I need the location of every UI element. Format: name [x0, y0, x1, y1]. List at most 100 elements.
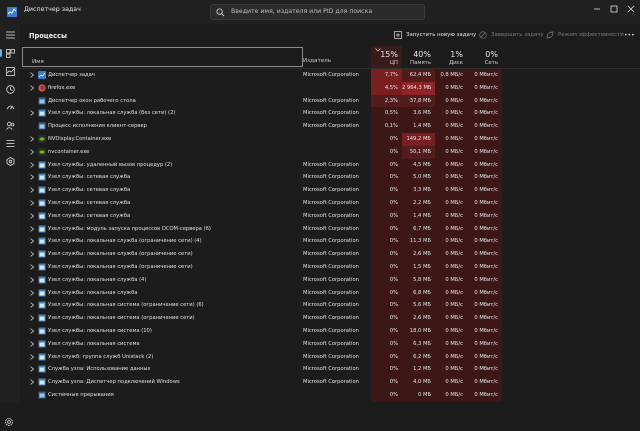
sidebar-item-app-history[interactable]	[4, 83, 16, 95]
chevron-right-icon[interactable]	[30, 315, 34, 321]
column-header-name-label: Имя	[32, 59, 44, 65]
hamburger-menu-button[interactable]	[4, 29, 16, 41]
column-header-memory[interactable]: 40% Память	[402, 46, 435, 68]
service-icon	[38, 263, 46, 271]
sidebar-item-users[interactable]	[4, 119, 16, 131]
chevron-right-icon[interactable]	[30, 136, 34, 142]
efficiency-mode-button[interactable]: Режим эффективности	[546, 29, 624, 41]
column-header-publisher[interactable]: Издатель	[303, 58, 331, 64]
chevron-right-icon[interactable]	[30, 302, 34, 309]
table-row[interactable]: Узел службы: локальная служба Microsoft C…	[20, 286, 640, 300]
process-disk-cell: 0 МБ/с	[435, 94, 467, 108]
chevron-right-icon[interactable]	[30, 340, 34, 347]
chevron-right-icon[interactable]	[30, 110, 34, 117]
process-disk-cell: 0 МБ/с	[435, 209, 467, 223]
column-header-network[interactable]: 0% Сеть	[467, 46, 502, 68]
title-bar: Диспетчер задач Введите имя, издателя ил…	[0, 0, 640, 24]
chevron-right-icon[interactable]	[30, 353, 34, 360]
table-row[interactable]: Системные прерывания 0% 0 МБ 0 МБ/с 0 Мбит/с	[20, 389, 640, 402]
process-disk-cell: 0 МБ/с	[435, 222, 467, 236]
sidebar-item-processes[interactable]	[0, 47, 16, 59]
column-header-cpu[interactable]: 15% ЦП	[371, 46, 402, 68]
chevron-right-icon[interactable]	[30, 225, 34, 232]
end-task-button[interactable]: Завершить задачу	[479, 29, 544, 41]
window-icon	[38, 391, 46, 399]
chevron-right-icon[interactable]	[30, 161, 34, 168]
table-row[interactable]: Узел службы: локальная служба (без сети)…	[20, 107, 640, 121]
disk-label: Диск	[449, 60, 463, 66]
table-row[interactable]: Диспетчер окон рабочего стола Microsoft C…	[20, 94, 640, 108]
maximize-button[interactable]	[607, 2, 621, 16]
chevron-right-icon[interactable]	[30, 251, 34, 257]
table-row[interactable]: Узел службы: локальная служба (ограничен…	[20, 235, 640, 249]
sidebar-item-performance[interactable]	[4, 65, 16, 77]
process-publisher: Microsoft Corporation	[303, 379, 359, 386]
sidebar-item-details[interactable]	[4, 137, 16, 149]
process-publisher: Microsoft Corporation	[303, 110, 359, 117]
search-input[interactable]: Введите имя, издателя или PID для поиска	[231, 8, 372, 15]
chevron-right-icon[interactable]	[30, 174, 34, 181]
sidebar-item-startup[interactable]	[4, 101, 16, 113]
table-row[interactable]: Узел службы: локальная служба (ограничен…	[20, 248, 640, 261]
chevron-right-icon[interactable]	[30, 289, 34, 296]
scrollbar[interactable]	[636, 69, 639, 402]
table-row[interactable]: Узел службы: удаленный вызов процедур (2…	[20, 158, 640, 172]
process-list: Диспетчер задач Microsoft Corporation 7,7%…	[20, 69, 640, 402]
sidebar	[0, 24, 20, 426]
table-row[interactable]: Диспетчер задач Microsoft Corporation 7,7%…	[20, 69, 640, 82]
chevron-right-icon[interactable]	[30, 84, 34, 91]
process-cpu-cell: 0%	[371, 197, 402, 210]
process-cpu-cell: 0%	[371, 350, 402, 364]
chevron-right-icon[interactable]	[30, 212, 34, 219]
chevron-right-icon[interactable]	[30, 328, 34, 334]
process-cpu-cell: 0%	[371, 376, 402, 389]
chevron-right-icon[interactable]	[30, 264, 34, 270]
table-row[interactable]: Узел службы: локальная система (ограниче…	[20, 299, 640, 313]
chevron-right-icon[interactable]	[30, 187, 34, 193]
table-row[interactable]: Узел службы: локальная служба (ограничен…	[20, 261, 640, 274]
table-row[interactable]: NVDisplay.Container.exe 0% 149,2 МБ 0 МБ/с 0…	[20, 133, 640, 146]
table-row[interactable]: Узел службы: сетевая служба Microsoft Cor…	[20, 184, 640, 197]
search-box[interactable]: Введите имя, издателя или PID для поиска	[210, 4, 425, 20]
process-cpu-cell: 0%	[371, 222, 402, 236]
table-row[interactable]: Узел служб: группа служб Unistack (2) Mic…	[20, 350, 640, 364]
table-row[interactable]: Узел службы: сетевая служба Microsoft Cor…	[20, 209, 640, 223]
column-header-disk[interactable]: 1% Диск	[435, 46, 467, 68]
chevron-right-icon[interactable]	[30, 276, 34, 283]
chevron-right-icon[interactable]	[30, 200, 34, 206]
more-options-button[interactable]: •••	[624, 29, 635, 41]
table-row[interactable]: Узел службы: локальная система Microsoft …	[20, 337, 640, 351]
table-row[interactable]: Узел службы: модуль запуска процессов DC…	[20, 222, 640, 236]
window-icon	[38, 97, 46, 105]
table-row[interactable]: Узел службы: локальная служба (4) Microso…	[20, 273, 640, 287]
process-net-cell: 0 Мбит/с	[467, 120, 502, 133]
run-new-task-button[interactable]: Запустить новую задачу	[394, 29, 476, 41]
column-header-name[interactable]: Имя	[22, 47, 303, 67]
table-row[interactable]: Служба узла: Использование данных Microso…	[20, 363, 640, 377]
process-mem-cell: 37,8 МБ	[402, 94, 435, 108]
table-row[interactable]: Узел службы: локальная система (10) Micro…	[20, 325, 640, 338]
chevron-right-icon[interactable]	[30, 379, 34, 385]
service-icon	[38, 250, 46, 258]
minimize-button[interactable]	[590, 2, 604, 16]
settings-button[interactable]	[4, 412, 16, 426]
sidebar-item-services[interactable]	[4, 155, 16, 167]
chevron-right-icon[interactable]	[30, 238, 34, 245]
table-row[interactable]: nvcontainer.exe 0% 50,1 МБ 0 МБ/с 0 Мбит/с	[20, 145, 640, 159]
process-cpu-cell: 0%	[371, 286, 402, 300]
chevron-right-icon[interactable]	[30, 366, 34, 373]
process-mem-cell: 6,2 МБ	[402, 350, 435, 364]
chevron-right-icon[interactable]	[30, 148, 34, 155]
close-button[interactable]	[624, 2, 638, 16]
run-task-icon	[394, 31, 402, 39]
table-row[interactable]: Процесс исполнения клиент-сервер Microsof…	[20, 120, 640, 133]
table-row[interactable]: Служба узла: Диспетчер подключений Windo…	[20, 376, 640, 389]
table-row[interactable]: firefox.exe 4,5% 2 964,3 МБ 0 МБ/с 0 Мбит/с	[20, 81, 640, 95]
table-row[interactable]: Узел службы: сетевая служба Microsoft Cor…	[20, 197, 640, 210]
chevron-right-icon[interactable]	[30, 72, 34, 78]
process-mem-cell: 1,4 МБ	[402, 120, 435, 133]
process-publisher: Microsoft Corporation	[303, 238, 359, 245]
table-row[interactable]: Узел службы: локальная система (ограниче…	[20, 312, 640, 325]
table-row[interactable]: Узел службы: сетевая служба Microsoft Cor…	[20, 171, 640, 185]
process-publisher: Microsoft Corporation	[303, 276, 359, 283]
